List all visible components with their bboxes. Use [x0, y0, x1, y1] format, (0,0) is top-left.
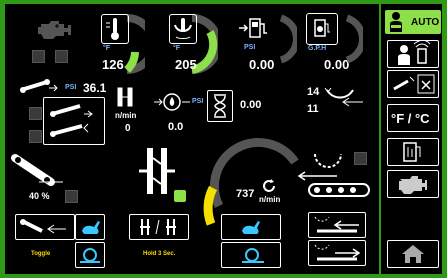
pump-pressure-value: 0.0 [168, 121, 184, 133]
oil-temp-icon [169, 14, 197, 44]
conveyor-speed-unit: n/min [115, 111, 137, 120]
rabbit-speed-button[interactable] [75, 214, 105, 240]
auto-label: AUTO [411, 17, 440, 28]
valve-icon [115, 84, 135, 110]
rabbit-rotor-button[interactable] [221, 214, 281, 240]
fuel-pressure-gauge [277, 14, 300, 64]
conveyor-pressure-unit: PSI [65, 84, 77, 91]
oil-temp-unit: °F [173, 45, 181, 52]
fuel-flow-icon [306, 13, 338, 45]
crusher-belt-icon [295, 150, 375, 200]
fuel-flow-unit: G.P.H [308, 45, 327, 52]
crusher-reverse-button[interactable] [308, 212, 366, 238]
conveyor-mode-button[interactable] [43, 97, 105, 145]
split-toggle-button[interactable] [129, 214, 189, 240]
hours-value: 0.00 [240, 99, 262, 111]
fuel-pressure-value: 0.00 [249, 57, 275, 72]
pump-icon [152, 90, 192, 114]
toggle-label: Toggle [31, 251, 51, 257]
coolant-value: 126 [102, 57, 124, 72]
conveyor-pressure-value: 36.1 [83, 81, 107, 95]
engine-warning-indicator [55, 50, 68, 63]
engine-check-indicator [32, 50, 45, 63]
crusher-forward-button[interactable] [308, 240, 366, 266]
fuel-flow-gauge [343, 14, 366, 64]
rotation-icon [260, 177, 278, 195]
temperature-unit-button[interactable]: °F / °C [387, 104, 439, 132]
oil-temp-value: 205 [175, 57, 197, 72]
auto-mode-button[interactable]: AUTO [385, 10, 441, 34]
fuel-pressure-unit: PSI [244, 44, 256, 51]
temp-unit-label: °F / °C [391, 111, 430, 126]
coolant-unit: °F [103, 45, 111, 52]
conveyor-speed-icon [19, 78, 61, 98]
pump-pressure-unit: PSI [192, 98, 204, 105]
conveyor-indicator [29, 107, 42, 120]
belt-angle-icon [11, 140, 69, 196]
remote-control-button[interactable] [387, 39, 439, 68]
count-bottom: 11 [307, 103, 319, 115]
belt-angle-indicator [65, 190, 78, 203]
rotation-direction-icon [323, 84, 367, 112]
conveyor-speed-value: 0 [125, 123, 131, 134]
split-status-indicator [174, 190, 186, 202]
snail-speed-button[interactable] [75, 242, 105, 268]
engine-check-icon [35, 18, 75, 40]
split-valve-icon [137, 144, 177, 198]
fuel-settings-button[interactable] [387, 138, 439, 166]
thermometer-icon [101, 14, 129, 44]
belt-angle-value: 40 % [29, 191, 50, 201]
home-button[interactable] [387, 240, 439, 268]
control-screen: °F 126 °F 205 PSI 0.00 G.P.H 0.00 PSI 36… [5, 4, 442, 274]
hold-label: Hold 3 Sec. [143, 251, 176, 257]
snail-rotor-button[interactable] [221, 242, 281, 268]
rotor-speed-unit: n/min [259, 195, 281, 204]
hourglass-icon [207, 90, 233, 122]
engine-button[interactable] [387, 170, 439, 198]
belt-settings-button[interactable] [387, 70, 439, 98]
toggle-direction-button[interactable] [15, 214, 75, 240]
fuel-pump-icon [237, 14, 271, 42]
count-top: 14 [307, 86, 320, 98]
rotor-speed-value: 737 [236, 188, 255, 200]
sidebar-divider [379, 4, 381, 274]
